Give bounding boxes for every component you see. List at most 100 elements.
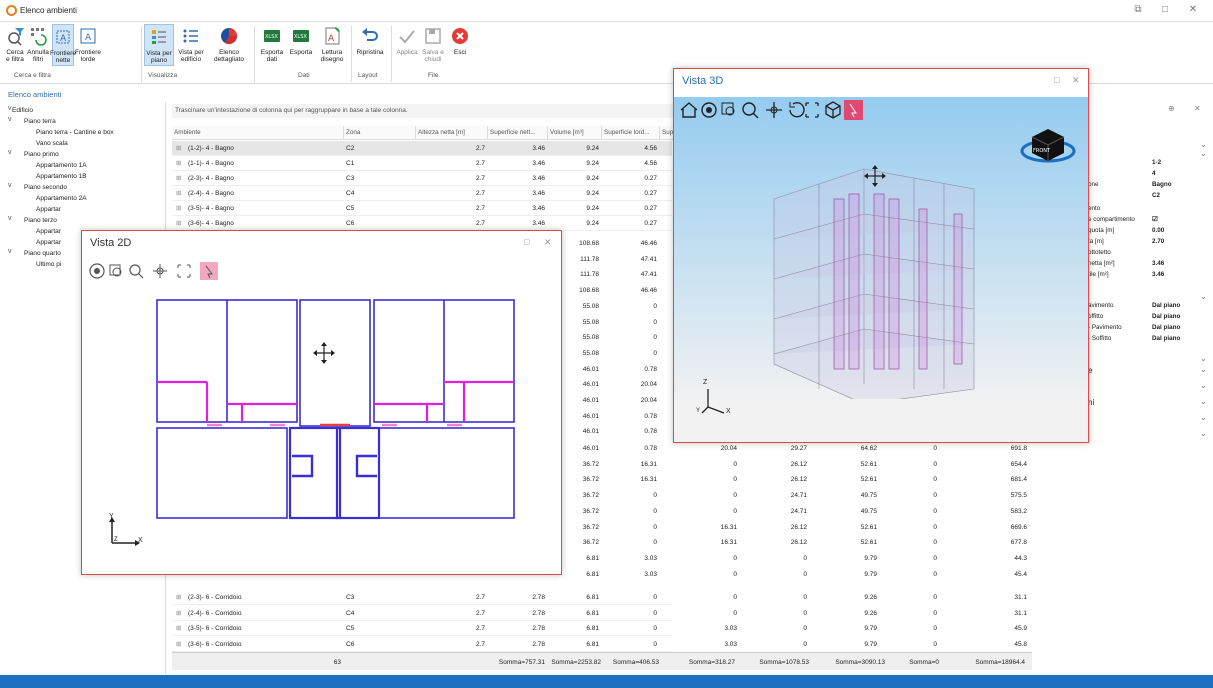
home-icon[interactable] [680, 102, 698, 118]
fit-icon[interactable] [177, 264, 191, 278]
column-header[interactable]: Altezza netta [m] [416, 126, 488, 140]
chevron-icon[interactable]: ⌄ [1200, 381, 1207, 390]
column-header[interactable]: Ambiente [172, 126, 344, 140]
grid-cell: 52.61 [860, 476, 877, 484]
detailed-list-button[interactable]: Elenco dettagliato [214, 24, 244, 66]
maximize-icon[interactable]: □ [1155, 4, 1175, 18]
restore-button[interactable]: Ripristina [355, 24, 385, 66]
search-filter-button[interactable]: Cerca e filtra [4, 24, 26, 66]
property-row[interactable]: C2 [1088, 190, 1213, 201]
vista-3d-window[interactable]: Vista 3D □ ✕ FRONT Z X Y [673, 68, 1089, 443]
zoom-icon[interactable] [742, 102, 759, 119]
row-expand-icon[interactable]: ⊞ [176, 186, 184, 201]
zoom-icon[interactable] [129, 264, 144, 279]
close-icon[interactable]: ✕ [544, 237, 552, 248]
maximize-icon[interactable]: □ [524, 237, 529, 247]
property-row[interactable]: netta [m²] 3.46 [1088, 258, 1213, 269]
clear-filter-button[interactable]: Annulla filtri [27, 24, 49, 66]
row-expand-icon[interactable]: ⊞ [176, 156, 184, 171]
property-row[interactable]: quota [m] 0.00 [1088, 225, 1213, 236]
pin-icon[interactable]: ⊕ [1168, 104, 1175, 113]
row-expand-icon[interactable]: ⊞ [176, 171, 184, 186]
property-row[interactable]: offitto Dal piano [1088, 311, 1213, 322]
select-icon[interactable] [200, 262, 218, 280]
building-view-button[interactable]: Vista per edificio [176, 24, 206, 66]
zoom-window-icon[interactable] [109, 264, 122, 277]
exit-button[interactable]: Esci [449, 24, 471, 66]
read-drawing-button[interactable]: A Lettura disegno [318, 24, 346, 66]
property-section[interactable]: ni [1088, 397, 1213, 408]
save-close-button[interactable]: Salva e chiudi [421, 24, 445, 66]
tree-node[interactable]: Ultimo pi [36, 259, 61, 271]
axis-z-label: Z [703, 379, 708, 386]
view-icon[interactable] [89, 263, 105, 279]
gross-boundary-button[interactable]: A Frontiere lorde [75, 24, 101, 66]
property-row[interactable]: ento [1088, 203, 1213, 214]
row-expand-icon[interactable]: ⊞ [176, 201, 184, 216]
expand-chevron-icon[interactable]: v [8, 149, 12, 156]
expand-chevron-icon[interactable]: v [8, 215, 12, 222]
property-row[interactable]: one Bagno [1088, 179, 1213, 190]
chevron-icon[interactable]: ⌄ [1200, 354, 1207, 363]
fit-icon[interactable] [805, 102, 819, 118]
grid-cell: 0 [933, 507, 937, 515]
property-row[interactable]: - Soffitto Dal piano [1088, 333, 1213, 344]
vista-2d-window[interactable]: Vista 2D □ ✕ Y X Z [81, 230, 562, 575]
view-cube[interactable]: FRONT [1018, 117, 1078, 173]
grid-cell: 3.03 [644, 554, 657, 562]
row-expand-icon[interactable]: ⊞ [176, 590, 184, 605]
property-row[interactable]: ottotetto [1088, 247, 1213, 258]
chevron-icon[interactable]: ⌄ [1200, 397, 1207, 406]
grid-cell: 108.68 [579, 240, 599, 247]
export-button[interactable]: XLSX Esporta [288, 24, 314, 66]
select-icon[interactable] [844, 100, 863, 120]
grid-cell: 0 [653, 523, 657, 531]
pan-icon[interactable] [766, 102, 782, 118]
row-expand-icon[interactable]: ⊞ [176, 216, 184, 231]
chevron-icon[interactable]: ⌄ [1200, 413, 1207, 422]
grid-cell: 0 [933, 570, 937, 578]
property-row[interactable]: 4 [1088, 168, 1213, 179]
grid-cell: 2.7 [475, 641, 485, 649]
column-header[interactable]: Zona [344, 126, 416, 140]
close-icon[interactable]: ✕ [1183, 4, 1203, 18]
chevron-icon[interactable]: ⌄ [1200, 429, 1207, 438]
row-expand-icon[interactable]: ⊞ [176, 637, 184, 652]
cube-view-icon[interactable] [825, 101, 841, 119]
apply-button[interactable]: Applica [395, 24, 419, 66]
pan-icon[interactable] [153, 264, 167, 278]
expand-chevron-icon[interactable]: v [8, 248, 12, 255]
chevron-icon[interactable]: ⌄ [1200, 292, 1207, 301]
row-expand-icon[interactable]: ⊞ [176, 621, 184, 636]
chevron-icon[interactable]: ⌄ [1200, 149, 1207, 158]
view-icon[interactable] [701, 102, 717, 118]
net-boundary-button[interactable]: A Frontiere nette [50, 24, 76, 66]
property-row[interactable]: ta [m] 2.70 [1088, 236, 1213, 247]
expand-chevron-icon[interactable]: v [8, 182, 12, 189]
rotate-icon[interactable] [789, 102, 805, 118]
row-expand-icon[interactable]: ⊞ [176, 141, 184, 156]
property-row[interactable]: avimento Dal piano [1088, 300, 1213, 311]
column-header[interactable]: Volume [m³] [548, 126, 602, 140]
property-row[interactable]: e compartimento ☑ [1088, 214, 1213, 225]
restore-icon[interactable]: ⧉ [1128, 4, 1148, 18]
zoom-window-icon[interactable] [721, 102, 735, 116]
clear-filter-icon [25, 24, 51, 48]
xlsx-icon: XLSX [288, 24, 314, 48]
property-row[interactable]: 1-2 [1088, 157, 1213, 168]
column-header[interactable]: Superficie nett... [488, 126, 548, 140]
export-data-button[interactable]: XLSX Esporta dati [258, 24, 286, 66]
expand-chevron-icon[interactable]: v [8, 116, 12, 123]
property-section[interactable]: e [1088, 365, 1213, 376]
property-row[interactable]: tile [m²] 3.46 [1088, 269, 1213, 280]
floor-view-button[interactable]: Vista per piano [144, 24, 174, 66]
chevron-icon[interactable]: ⌄ [1200, 365, 1207, 374]
expand-chevron-icon[interactable]: v [8, 105, 12, 112]
chevron-icon[interactable]: ⌄ [1200, 140, 1207, 149]
column-header[interactable]: Superficie lord... [602, 126, 660, 140]
row-expand-icon[interactable]: ⊞ [176, 606, 184, 621]
panel-close-icon[interactable]: ✕ [1194, 104, 1201, 113]
close-icon[interactable]: ✕ [1072, 75, 1080, 86]
property-row[interactable]: - Pavimento Dal piano [1088, 322, 1213, 333]
maximize-icon[interactable]: □ [1054, 75, 1059, 85]
